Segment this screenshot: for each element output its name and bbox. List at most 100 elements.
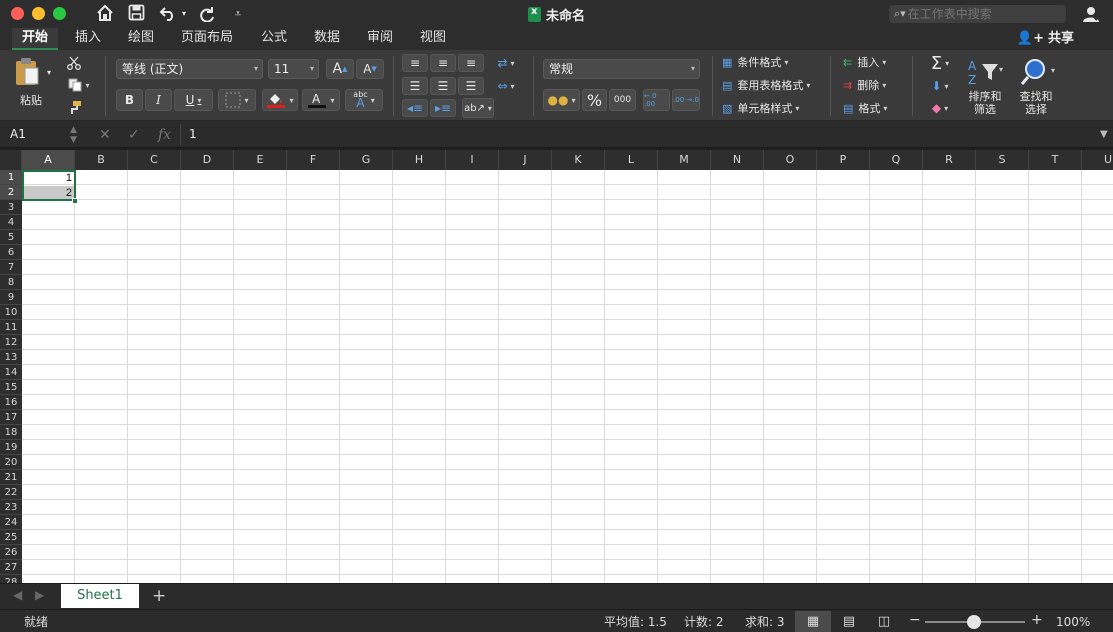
minimize-window-button[interactable] xyxy=(32,7,45,20)
cell-styles-button[interactable]: ▧ 单元格样式 ▾ xyxy=(722,99,822,117)
autosum-button[interactable]: Σ ▾ xyxy=(924,52,956,74)
cut-icon[interactable] xyxy=(64,54,84,72)
cancel-icon[interactable]: ✕ xyxy=(99,125,111,145)
align-right-button[interactable]: ☰ xyxy=(458,77,484,95)
paste-dropdown-icon[interactable]: ▾ xyxy=(44,66,54,78)
bold-button[interactable]: B xyxy=(116,89,143,111)
column-header[interactable]: K xyxy=(552,150,605,170)
column-header[interactable]: T xyxy=(1029,150,1082,170)
decrease-indent-button[interactable]: ◂≡ xyxy=(402,99,428,117)
row-header[interactable]: 3 xyxy=(0,200,22,215)
cell-area[interactable] xyxy=(22,170,1113,583)
spreadsheet-grid[interactable]: ABCDEFGHIJKLMNOPQRSTU 1 2 3 4 5 6 7 8 9 10 11 12 13 1… xyxy=(0,150,1113,583)
font-name-select[interactable]: 等线 (正文) ▾ xyxy=(116,59,263,79)
column-header[interactable]: H xyxy=(393,150,446,170)
column-header[interactable]: M xyxy=(658,150,711,170)
zoom-in-icon[interactable]: + xyxy=(1031,612,1043,628)
paste-button[interactable] xyxy=(12,56,42,88)
phonetic-guide-button[interactable]: abc A ▾ xyxy=(345,89,383,111)
fill-color-button[interactable]: ▾ xyxy=(262,89,298,111)
row-header[interactable]: 13 xyxy=(0,350,22,365)
save-icon[interactable] xyxy=(126,4,146,24)
row-header[interactable]: 2 xyxy=(0,185,22,200)
decrease-decimal-button[interactable]: .00 →.0 xyxy=(672,89,700,111)
orientation-button[interactable]: ab↗ ▾ xyxy=(462,98,494,118)
clear-button[interactable]: ◆ ▾ xyxy=(924,98,956,118)
row-header[interactable]: 22 xyxy=(0,485,22,500)
search-input[interactable] xyxy=(907,7,1058,21)
font-size-select[interactable]: 11 ▾ xyxy=(268,59,319,79)
fill-button[interactable]: ⬇ ▾ xyxy=(924,76,956,96)
column-header[interactable]: U xyxy=(1082,150,1113,170)
row-header[interactable]: 27 xyxy=(0,560,22,575)
maximize-window-button[interactable] xyxy=(53,7,66,20)
format-painter-icon[interactable] xyxy=(64,98,84,116)
row-header[interactable]: 23 xyxy=(0,500,22,515)
account-icon[interactable] xyxy=(1082,5,1100,23)
accounting-format-button[interactable]: ●● ▾ xyxy=(543,89,580,111)
align-bottom-button[interactable]: ≡ xyxy=(458,54,484,72)
italic-button[interactable]: I xyxy=(145,89,172,111)
font-color-button[interactable]: A ▾ xyxy=(302,89,340,111)
select-all-corner[interactable] xyxy=(0,150,22,170)
row-header[interactable]: 24 xyxy=(0,515,22,530)
normal-view-icon[interactable]: ▦ xyxy=(795,611,831,632)
increase-decimal-button[interactable]: ←.0 .00 xyxy=(643,89,670,111)
find-select-button[interactable]: ▾ xyxy=(1016,57,1060,87)
fill-handle[interactable] xyxy=(72,198,78,204)
align-middle-button[interactable]: ≡ xyxy=(430,54,456,72)
row-header[interactable]: 14 xyxy=(0,365,22,380)
column-header[interactable]: D xyxy=(181,150,234,170)
merge-center-button[interactable]: ⇔ ▾ xyxy=(488,76,524,96)
prev-sheet-icon[interactable]: ◀ xyxy=(13,588,22,602)
row-header[interactable]: 25 xyxy=(0,530,22,545)
row-header[interactable]: 11 xyxy=(0,320,22,335)
zoom-out-icon[interactable]: − xyxy=(909,612,921,628)
underline-button[interactable]: U ▾ xyxy=(174,89,213,111)
row-header[interactable]: 20 xyxy=(0,455,22,470)
row-header[interactable]: 9 xyxy=(0,290,22,305)
borders-button[interactable]: ▾ xyxy=(218,89,256,111)
column-header[interactable]: G xyxy=(340,150,393,170)
column-header[interactable]: S xyxy=(976,150,1029,170)
tab-view[interactable]: 视图 xyxy=(410,28,456,50)
column-header[interactable]: P xyxy=(817,150,870,170)
row-header[interactable]: 19 xyxy=(0,440,22,455)
name-box-stepper-icon[interactable]: ▲ ▼ xyxy=(70,125,77,145)
row-header[interactable]: 17 xyxy=(0,410,22,425)
tab-data[interactable]: 数据 xyxy=(304,28,350,50)
tab-home[interactable]: 开始 xyxy=(12,28,59,50)
customize-toolbar-icon[interactable]: ⩡ xyxy=(230,4,246,24)
row-header[interactable]: 12 xyxy=(0,335,22,350)
copy-icon[interactable]: ▾ xyxy=(64,76,94,94)
home-icon[interactable] xyxy=(94,4,116,24)
tab-insert[interactable]: 插入 xyxy=(65,28,111,50)
align-left-button[interactable]: ☰ xyxy=(402,77,428,95)
insert-function-icon[interactable]: fx xyxy=(158,125,171,145)
column-header[interactable]: C xyxy=(128,150,181,170)
tab-draw[interactable]: 绘图 xyxy=(118,28,164,50)
tab-formulas[interactable]: 公式 xyxy=(251,28,297,50)
row-header[interactable]: 5 xyxy=(0,230,22,245)
row-header[interactable]: 7 xyxy=(0,260,22,275)
sheet-tab-sheet1[interactable]: Sheet1 xyxy=(61,584,139,608)
confirm-icon[interactable]: ✓ xyxy=(128,125,140,145)
conditional-formatting-button[interactable]: ▦ 条件格式 ▾ xyxy=(722,53,822,71)
row-header[interactable]: 21 xyxy=(0,470,22,485)
undo-icon[interactable] xyxy=(158,4,178,24)
row-header[interactable]: 6 xyxy=(0,245,22,260)
expand-formula-icon[interactable]: ▼ xyxy=(1100,125,1108,145)
column-header[interactable]: B xyxy=(75,150,128,170)
comma-style-button[interactable]: 000 xyxy=(609,89,636,111)
share-button[interactable]: 👤+ 共享 xyxy=(1017,28,1074,50)
row-header[interactable]: 26 xyxy=(0,545,22,560)
column-header[interactable]: A xyxy=(22,150,75,170)
column-header[interactable]: Q xyxy=(870,150,923,170)
close-window-button[interactable] xyxy=(11,7,24,20)
number-format-select[interactable]: 常规 ▾ xyxy=(543,59,700,79)
column-header[interactable]: E xyxy=(234,150,287,170)
formula-input[interactable]: 1 xyxy=(180,124,1098,145)
percent-style-button[interactable]: % xyxy=(582,89,607,111)
page-break-view-icon[interactable]: ◫ xyxy=(866,611,902,632)
insert-cells-button[interactable]: ⇇ 插入 ▾ xyxy=(843,53,903,71)
